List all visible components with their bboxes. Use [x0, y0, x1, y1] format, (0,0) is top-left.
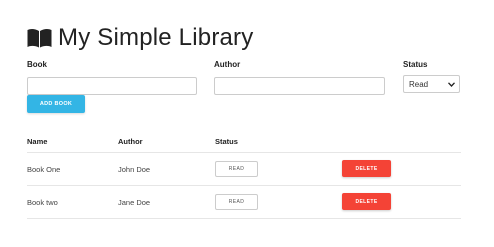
column-header-status: Status: [215, 137, 238, 146]
status-select-value: Read: [409, 79, 429, 89]
page-header: My Simple Library: [27, 24, 253, 52]
column-header-name: Name: [27, 137, 48, 146]
add-book-button[interactable]: Add Book: [27, 95, 85, 113]
status-select[interactable]: Read: [403, 75, 460, 93]
delete-button[interactable]: Delete: [342, 160, 391, 177]
table-row: Book One John Doe Read Delete: [27, 153, 461, 186]
author-label: Author: [214, 60, 241, 69]
book-label: Book: [27, 60, 47, 69]
library-page: My Simple Library Book Author Status Rea…: [0, 0, 494, 247]
author-input[interactable]: [214, 76, 385, 95]
book-author-cell: John Doe: [118, 165, 151, 174]
chevron-down-icon: [448, 81, 455, 87]
book-name-cell: Book two: [27, 198, 58, 207]
book-open-icon: [27, 28, 52, 48]
author-field-group: Author: [214, 60, 385, 95]
books-table: Name Author Status Book One John Doe Rea…: [27, 131, 461, 219]
table-row: Book two Jane Doe Read Delete: [27, 186, 461, 219]
book-author-cell: Jane Doe: [118, 198, 151, 207]
table-header-row: Name Author Status: [27, 131, 461, 153]
read-status-button[interactable]: Read: [215, 161, 258, 177]
column-header-author: Author: [118, 137, 143, 146]
delete-button[interactable]: Delete: [342, 193, 391, 210]
read-status-button[interactable]: Read: [215, 194, 258, 210]
book-input[interactable]: [27, 76, 197, 95]
book-field-group: Book: [27, 60, 197, 95]
page-title: My Simple Library: [58, 24, 254, 51]
status-label: Status: [403, 60, 428, 69]
status-field-group: Status Read: [403, 60, 460, 93]
book-name-cell: Book One: [27, 165, 61, 174]
